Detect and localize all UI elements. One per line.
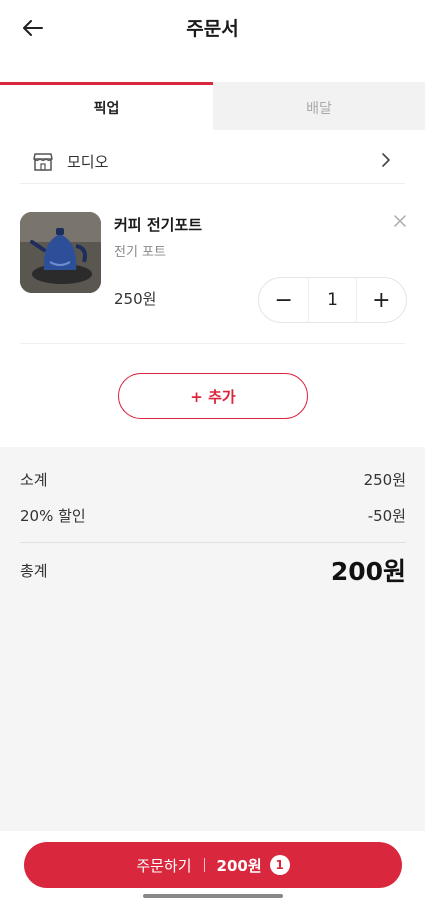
order-button-label: 주문하기 bbox=[136, 856, 192, 875]
cart-item: 커피 전기포트 전기 포트 250원 − 1 + bbox=[0, 198, 425, 344]
item-description: 전기 포트 bbox=[114, 245, 166, 260]
store-icon bbox=[33, 151, 55, 173]
discount-row: 20% 할인 -50원 bbox=[20, 505, 406, 526]
tab-delivery[interactable]: 배달 bbox=[213, 82, 425, 130]
subtotal-row: 소계 250원 bbox=[20, 469, 406, 490]
item-count-badge: 1 bbox=[269, 855, 290, 875]
close-icon bbox=[394, 215, 406, 227]
divider bbox=[20, 343, 405, 344]
page-title: 주문서 bbox=[186, 18, 239, 40]
decrement-button[interactable]: − bbox=[259, 278, 308, 322]
product-image bbox=[20, 212, 101, 293]
total-row: 총계 200원 bbox=[20, 552, 406, 588]
item-price: 250원 bbox=[114, 290, 157, 308]
total-label: 총계 bbox=[20, 561, 48, 580]
discount-value: -50원 bbox=[367, 507, 406, 525]
subtotal-label: 소계 bbox=[20, 471, 48, 489]
chevron-right-icon bbox=[381, 152, 391, 172]
discount-label: 20% 할인 bbox=[20, 507, 86, 525]
place-order-button[interactable]: 주문하기 200원 1 bbox=[24, 842, 402, 888]
remove-item-button[interactable] bbox=[389, 210, 411, 232]
store-name: 모디오 bbox=[67, 153, 109, 171]
item-name: 커피 전기포트 bbox=[114, 216, 203, 234]
store-row[interactable]: 모디오 bbox=[20, 140, 405, 184]
order-type-tabs: 픽업 배달 bbox=[0, 82, 425, 130]
order-amount: 200원 bbox=[216, 856, 262, 875]
total-value: 200원 bbox=[330, 557, 406, 586]
divider bbox=[20, 542, 406, 543]
subtotal-value: 250원 bbox=[363, 471, 406, 489]
tab-pickup[interactable]: 픽업 bbox=[0, 82, 213, 130]
order-summary: 소계 250원 20% 할인 -50원 총계 200원 bbox=[0, 447, 425, 831]
header: 주문서 bbox=[0, 0, 425, 56]
home-indicator bbox=[143, 894, 283, 898]
add-item-button[interactable]: + 추가 bbox=[118, 373, 308, 419]
increment-button[interactable]: + bbox=[357, 278, 406, 322]
bottom-bar: 주문하기 200원 1 bbox=[0, 831, 425, 900]
quantity-stepper: − 1 + bbox=[258, 277, 407, 323]
separator bbox=[203, 858, 205, 872]
quantity-value: 1 bbox=[308, 278, 357, 322]
